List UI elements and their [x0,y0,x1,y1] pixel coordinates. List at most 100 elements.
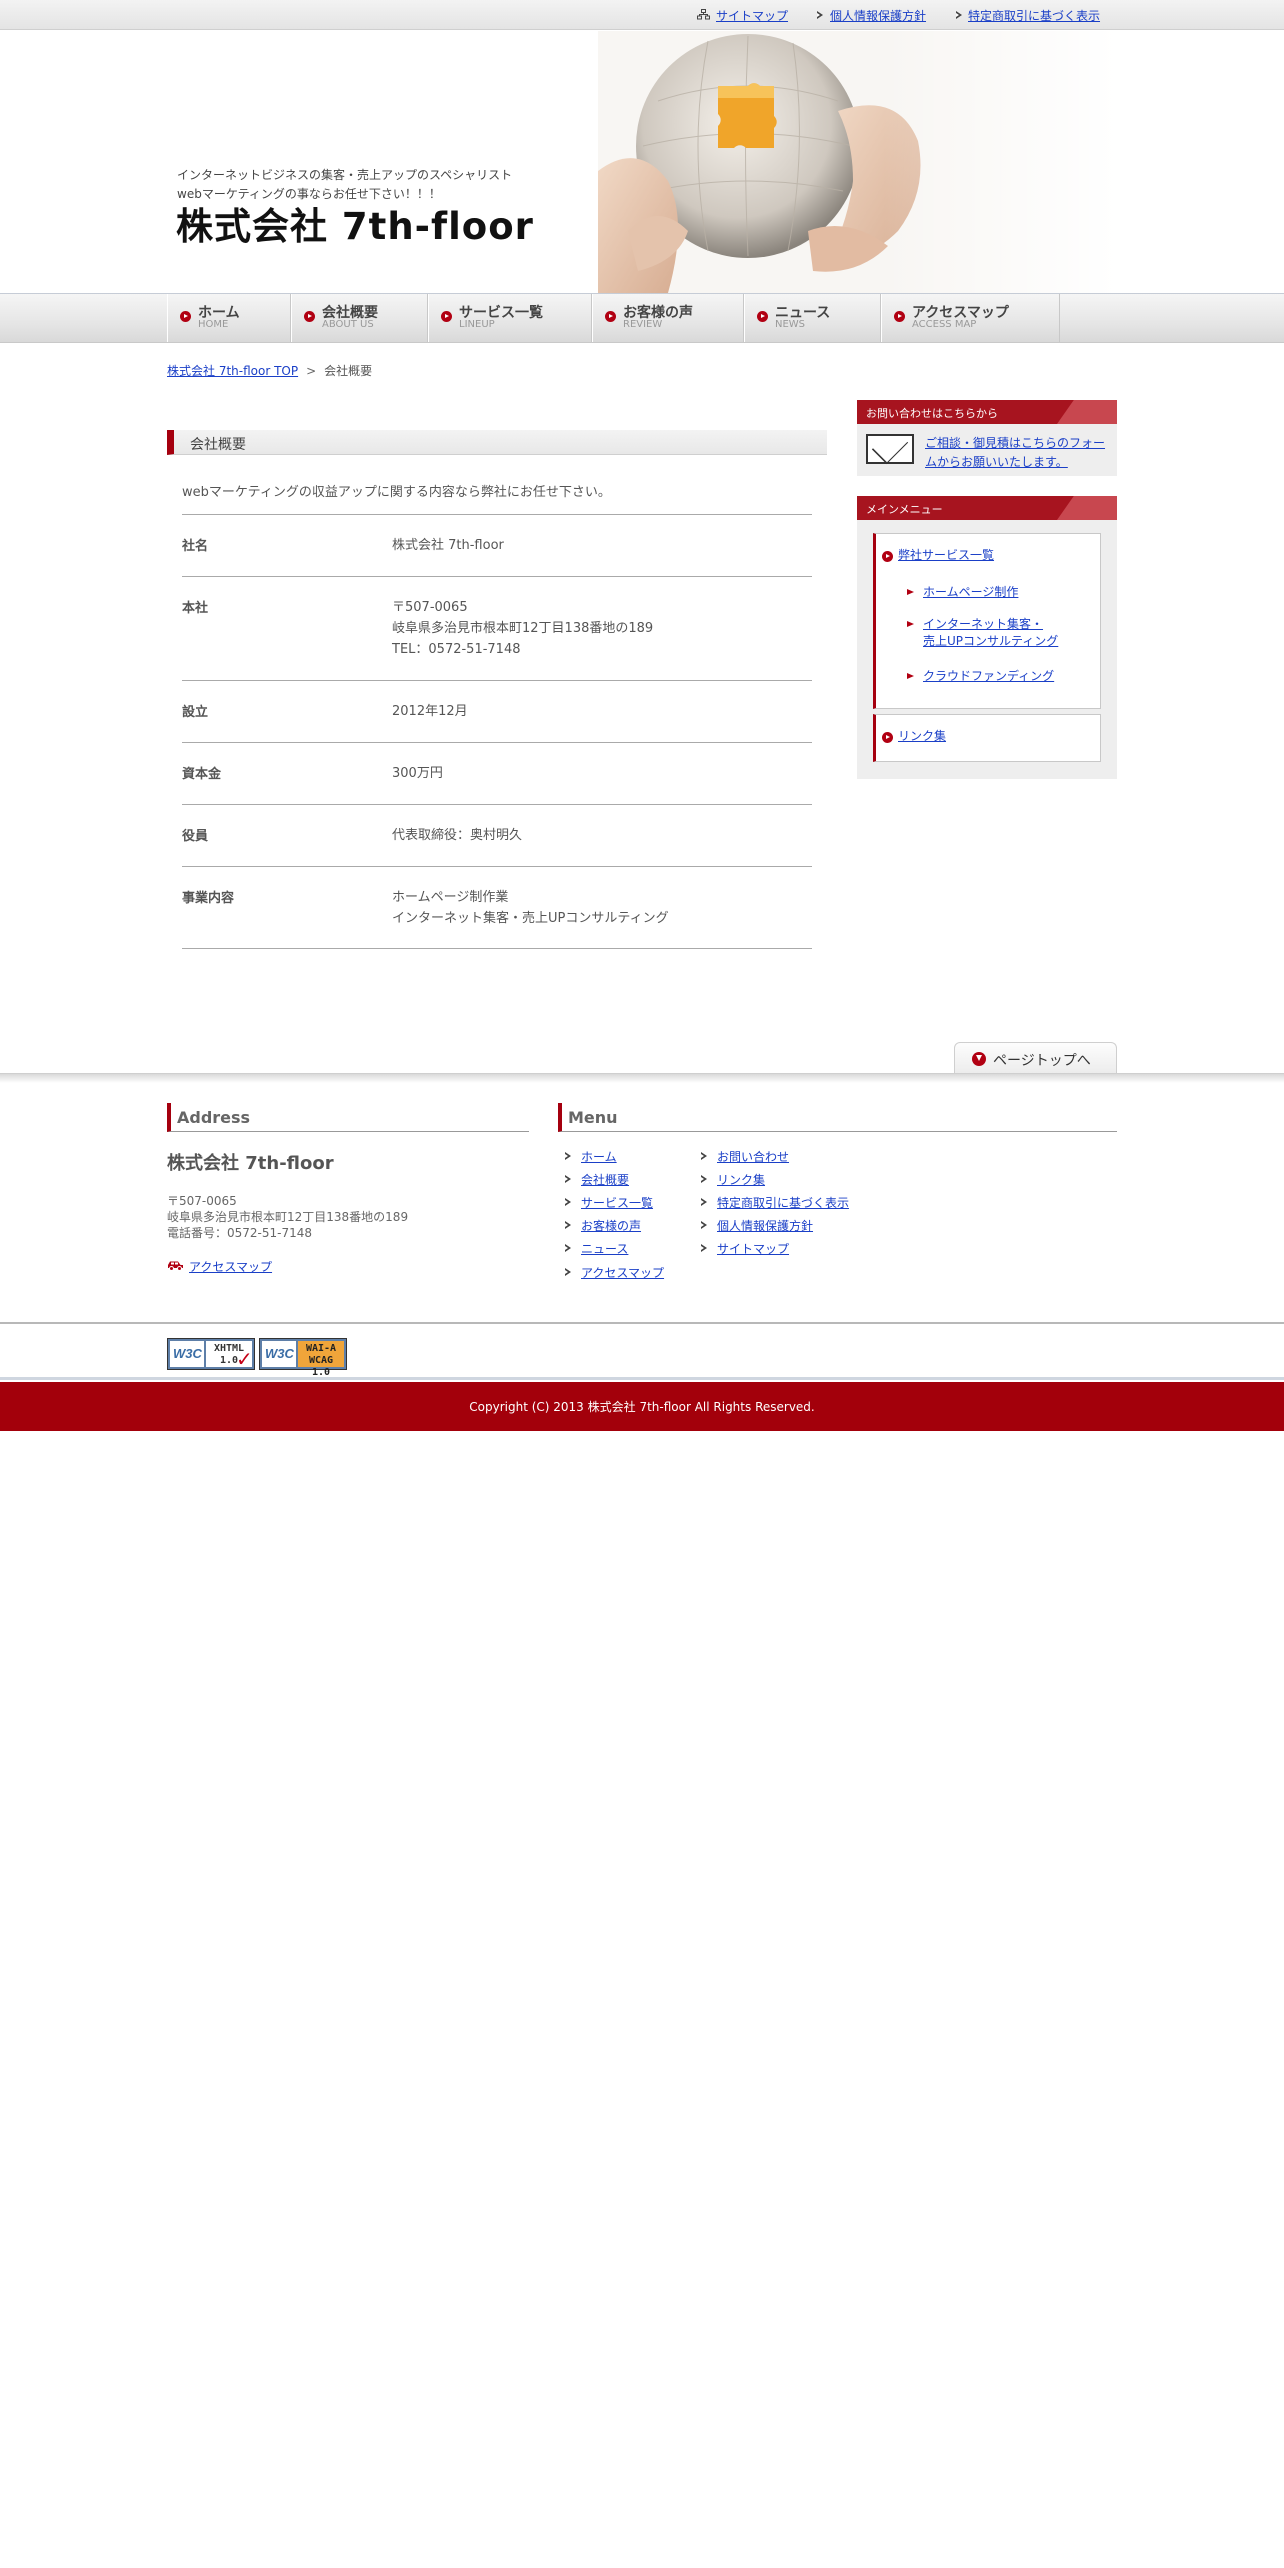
main-menu-box: 弊社サービス一覧 ホームページ制作 インターネット集客・ 売上UPコンサルティング… [857,520,1117,779]
util-link-sitemap[interactable]: サイトマップ [716,7,788,24]
page-title: 会社概要 [167,430,827,455]
table-header-cell: 役員 [182,829,209,844]
catchcopy-line-1: インターネットビジネスの集客・売上アップのスペシャリスト [177,168,513,182]
table-data-cell: 2012年12月 [392,701,468,722]
util-link-privacy[interactable]: 個人情報保護方針 [830,7,926,24]
footer-link-home[interactable]: ホーム [581,1148,617,1165]
table-row: 役員 代表取締役：奥村明久 [182,804,812,866]
arrow-circle-icon [304,311,315,322]
footer-access-map-link[interactable]: アクセスマップ [189,1258,272,1275]
hero-puzzle-globe-image [598,31,1118,293]
footer-link-links[interactable]: リンク集 [717,1171,765,1188]
footer-link-about[interactable]: 会社概要 [581,1171,629,1188]
sidebar-link-services[interactable]: 弊社サービス一覧 [898,547,994,564]
company-info-table: 社名 株式会社 7th-floor 本社 〒507-0065 岐阜県多治見市根本… [182,514,812,949]
arrow-icon [565,1198,572,1207]
copyright-text: Copyright (C) 2013 株式会社 7th-floor All Ri… [469,1400,815,1414]
footer-link-services[interactable]: サービス一覧 [581,1194,653,1211]
table-row: 資本金 300万円 [182,742,812,804]
table-data-cell: 〒507-0065 岐阜県多治見市根本町12丁目138番地の189 TEL：05… [392,597,653,660]
table-cell-line: 株式会社 7th-floor [392,538,504,553]
envelope-icon [866,434,914,464]
gnav-item-about[interactable]: 会社概要 ABOUT US [291,294,428,342]
arrow-circle-icon [882,732,893,743]
footer-divider [0,1073,1284,1083]
table-cell-line: 300万円 [392,766,443,781]
gnav-sublabel: LINEUP [459,319,495,330]
breadcrumb: 株式会社 7th-floor TOP > 会社概要 [167,362,372,379]
footer-link-news[interactable]: ニュース [581,1240,628,1257]
triangle-icon [907,589,914,595]
badge-text-line: WCAG 1.0 [308,1355,334,1378]
arrow-icon [817,11,824,20]
footer-link-sitemap[interactable]: サイトマップ [717,1240,789,1257]
sidebar-link-links[interactable]: リンク集 [898,728,946,745]
breadcrumb-current: 会社概要 [324,364,373,378]
footer-company-name: 株式会社 7th-floor [167,1153,334,1174]
gnav-item-review[interactable]: お客様の声 REVIEW [592,294,744,342]
table-header-cell: 設立 [182,705,209,720]
contact-box: ご相談・御見積はこちらのフォームからお願いいたします。 [857,424,1117,476]
page-top-button[interactable]: ページトップへ [954,1042,1117,1074]
arrow-icon [956,11,963,20]
footer-street-address: 岐阜県多治見市根本町12丁目138番地の189 [167,1210,409,1224]
breadcrumb-separator: > [306,364,317,378]
table-header-cell: 資本金 [182,767,222,782]
gnav-sublabel: HOME [198,319,229,330]
sidebar-link-crowdfunding[interactable]: クラウドファンディング [923,668,1054,685]
arrow-icon [565,1244,572,1253]
arrow-icon [701,1175,708,1184]
table-cell-line: TEL：0572-51-7148 [392,642,521,657]
triangle-icon [907,621,914,627]
arrow-icon [701,1152,708,1161]
gnav-sublabel: ACCESS MAP [912,319,977,330]
table-cell-line: 岐阜県多治見市根本町12丁目138番地の189 [392,621,654,636]
w3c-logo-text: W3C [262,1341,296,1367]
xhtml-valid-badge[interactable]: W3C XHTML 1.0 ✓ [167,1338,255,1371]
footer-address-heading: Address [167,1103,529,1132]
arrow-circle-icon [757,311,768,322]
table-header-cell: 事業内容 [182,891,235,906]
site-logo[interactable]: 株式会社 7th-floor [176,196,534,250]
gnav-item-home[interactable]: ホーム HOME [167,294,291,342]
checkmark-icon: ✓ [236,1347,253,1371]
gnav-item-access[interactable]: アクセスマップ ACCESS MAP [881,294,1060,342]
page-title-text: 会社概要 [190,437,246,453]
footer-link-tokutei[interactable]: 特定商取引に基づく表示 [717,1194,849,1211]
links-menu-card: リンク集 [873,714,1101,762]
arrow-icon [701,1244,708,1253]
arrow-icon [565,1175,572,1184]
w3c-logo-text: W3C [170,1341,204,1367]
table-row: 設立 2012年12月 [182,680,812,742]
sidebar-link-homepage[interactable]: ホームページ制作 [923,584,1018,601]
contact-heading: お問い合わせはこちらから [857,400,1117,424]
contact-form-link[interactable]: ご相談・御見積はこちらのフォームからお願いいたします。 [925,434,1110,472]
util-link-tokutei[interactable]: 特定商取引に基づく表示 [968,7,1100,24]
gnav-item-news[interactable]: ニュース NEWS [744,294,881,342]
table-row: 本社 〒507-0065 岐阜県多治見市根本町12丁目138番地の189 TEL… [182,576,812,680]
table-data-cell: 代表取締役：奥村明久 [392,825,522,846]
footer-address: 〒507-0065 岐阜県多治見市根本町12丁目138番地の189 電話番号：0… [167,1193,408,1241]
footer-link-privacy[interactable]: 個人情報保護方針 [717,1217,813,1234]
badge-text-line: WAI-A [305,1343,337,1354]
validation-badge-bar: W3C XHTML 1.0 ✓ W3C WAI-A WCAG 1.0 [0,1322,1284,1380]
footer-link-access[interactable]: アクセスマップ [581,1264,664,1281]
breadcrumb-top-link[interactable]: 株式会社 7th-floor TOP [167,364,298,378]
table-cell-line: 〒507-0065 [392,600,468,615]
table-row: 社名 株式会社 7th-floor [182,514,812,576]
car-icon [167,1260,184,1271]
footer-address-heading-text: Address [177,1108,251,1127]
utility-bar: サイトマップ 個人情報保護方針 特定商取引に基づく表示 [0,0,1284,30]
table-cell-line: 2012年12月 [392,704,468,719]
wai-a-badge[interactable]: W3C WAI-A WCAG 1.0 [259,1338,347,1378]
arrow-icon [701,1221,708,1230]
gnav-item-lineup[interactable]: サービス一覧 LINEUP [428,294,592,342]
footer-link-review[interactable]: お客様の声 [581,1217,641,1234]
sidebar-link-consulting[interactable]: インターネット集客・ 売上UPコンサルティング [923,616,1058,650]
contact-heading-text: お問い合わせはこちらから [866,407,998,420]
footer-menu-heading: Menu [558,1103,1117,1132]
arrow-icon [701,1198,708,1207]
arrow-circle-icon [882,551,893,562]
footer-link-contact[interactable]: お問い合わせ [717,1148,789,1165]
arrow-circle-icon [180,311,191,322]
